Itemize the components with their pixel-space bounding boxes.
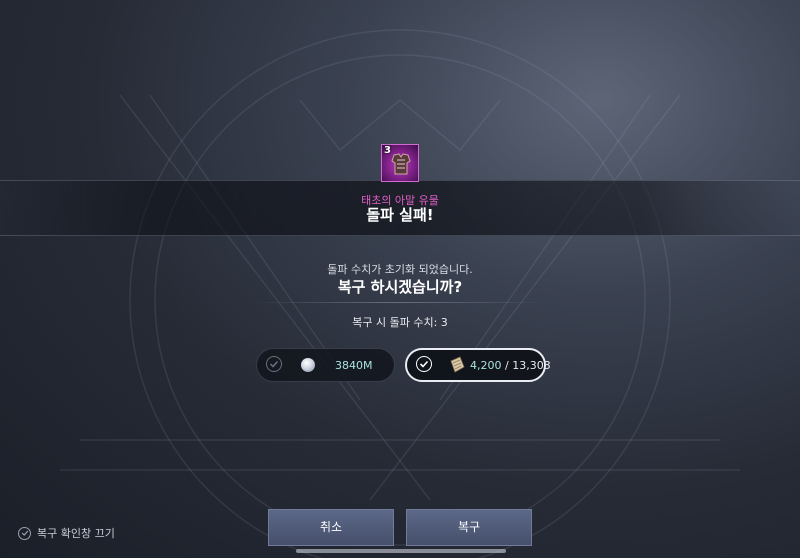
- home-indicator: [296, 549, 506, 553]
- item-slot: 3: [381, 144, 419, 182]
- silver-amount: 3840M: [335, 359, 373, 372]
- cancel-button[interactable]: 취소: [268, 509, 394, 546]
- scroll-icon: [450, 356, 465, 373]
- check-icon: [416, 356, 432, 372]
- restore-question: 복구 하시겠습니까?: [337, 278, 463, 296]
- silver-cost-option[interactable]: 3840M: [256, 348, 395, 382]
- check-icon: [266, 356, 282, 372]
- restore-button[interactable]: 복구: [406, 509, 532, 546]
- armor-icon: [391, 153, 411, 175]
- toggle-label: 복구 확인창 끄기: [37, 527, 115, 540]
- scroll-separator: /: [501, 359, 513, 372]
- scroll-cost-option[interactable]: 4,200 / 13,303: [405, 348, 551, 382]
- result-title: 돌파 실패!: [366, 206, 434, 224]
- scroll-amount: 4,200 / 13,303: [470, 359, 551, 372]
- scroll-total: 13,303: [512, 359, 551, 372]
- reset-message: 돌파 수치가 초기화 되었습니다.: [327, 263, 473, 276]
- item-level: 3: [384, 145, 391, 156]
- check-icon: [18, 526, 31, 540]
- disable-confirm-toggle[interactable]: 복구 확인창 끄기: [18, 525, 115, 541]
- scroll-owned: 4,200: [470, 359, 502, 372]
- silver-coin-icon: [301, 358, 315, 372]
- divider: [253, 302, 547, 303]
- restore-value-text: 복구 시 돌파 수치: 3: [352, 316, 448, 329]
